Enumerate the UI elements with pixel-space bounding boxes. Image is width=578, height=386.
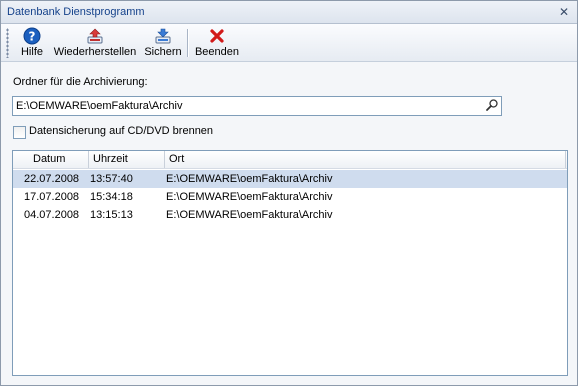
help-icon: ? bbox=[23, 27, 41, 45]
column-header-datum[interactable]: Datum bbox=[13, 151, 89, 168]
toolbar-separator bbox=[187, 29, 188, 57]
cell-ort: E:\OEMWARE\oemFaktura\Archiv bbox=[166, 173, 333, 185]
table-row[interactable]: 17.07.2008 15:34:18 E:\OEMWARE\oemFaktur… bbox=[13, 188, 567, 206]
list-header: Datum Uhrzeit Ort bbox=[13, 151, 567, 169]
exit-icon bbox=[210, 29, 224, 43]
cell-uhrzeit: 13:15:13 bbox=[90, 209, 133, 221]
app-window: Datenbank Dienstprogramm ✕ ? Hilfe Wiede… bbox=[0, 0, 578, 386]
table-row[interactable]: 22.07.2008 13:57:40 E:\OEMWARE\oemFaktur… bbox=[13, 170, 567, 188]
column-header-ort-label: Ort bbox=[169, 153, 185, 165]
exit-button[interactable]: Beenden bbox=[194, 26, 240, 59]
restore-button[interactable]: Wiederherstellen bbox=[53, 26, 137, 59]
exit-button-label: Beenden bbox=[194, 46, 240, 58]
archive-folder-label: Ordner für die Archivierung: bbox=[13, 76, 148, 88]
archive-list[interactable]: Datum Uhrzeit Ort 22.07.2008 13:57:40 E:… bbox=[12, 150, 568, 376]
backup-button[interactable]: Sichern bbox=[142, 26, 184, 59]
backup-icon bbox=[155, 28, 171, 44]
window-title: Datenbank Dienstprogramm bbox=[7, 6, 145, 18]
svg-text:?: ? bbox=[29, 30, 36, 44]
column-header-datum-label: Datum bbox=[33, 153, 66, 165]
toolbar-grip[interactable] bbox=[6, 28, 9, 58]
cell-ort: E:\OEMWARE\oemFaktura\Archiv bbox=[166, 191, 333, 203]
help-button[interactable]: ? Hilfe bbox=[15, 26, 49, 59]
cell-datum: 04.07.2008 bbox=[24, 209, 80, 221]
toolbar: ? Hilfe Wiederherstellen Sichern Beenden bbox=[1, 24, 577, 62]
cell-uhrzeit: 15:34:18 bbox=[90, 191, 133, 203]
cell-datum: 17.07.2008 bbox=[24, 191, 80, 203]
restore-button-label: Wiederherstellen bbox=[53, 46, 137, 58]
archive-folder-value: E:\OEMWARE\oemFaktura\Archiv bbox=[16, 100, 183, 112]
restore-icon bbox=[87, 28, 103, 44]
column-header-uhrzeit-label: Uhrzeit bbox=[93, 153, 128, 165]
column-header-ort[interactable]: Ort bbox=[165, 151, 566, 168]
burn-cd-checkbox[interactable] bbox=[13, 126, 26, 139]
cell-uhrzeit: 13:57:40 bbox=[90, 173, 133, 185]
column-header-uhrzeit[interactable]: Uhrzeit bbox=[89, 151, 165, 168]
backup-button-label: Sichern bbox=[144, 46, 182, 58]
help-button-label: Hilfe bbox=[20, 46, 43, 58]
close-button[interactable]: ✕ bbox=[557, 5, 571, 19]
search-icon[interactable] bbox=[485, 98, 499, 112]
archive-folder-input[interactable]: E:\OEMWARE\oemFaktura\Archiv bbox=[12, 96, 502, 116]
table-row[interactable]: 04.07.2008 13:15:13 E:\OEMWARE\oemFaktur… bbox=[13, 206, 567, 224]
burn-cd-label: Datensicherung auf CD/DVD brennen bbox=[29, 125, 214, 137]
cell-datum: 22.07.2008 bbox=[24, 173, 80, 185]
cell-ort: E:\OEMWARE\oemFaktura\Archiv bbox=[166, 209, 333, 221]
title-bar[interactable]: Datenbank Dienstprogramm ✕ bbox=[1, 1, 577, 24]
